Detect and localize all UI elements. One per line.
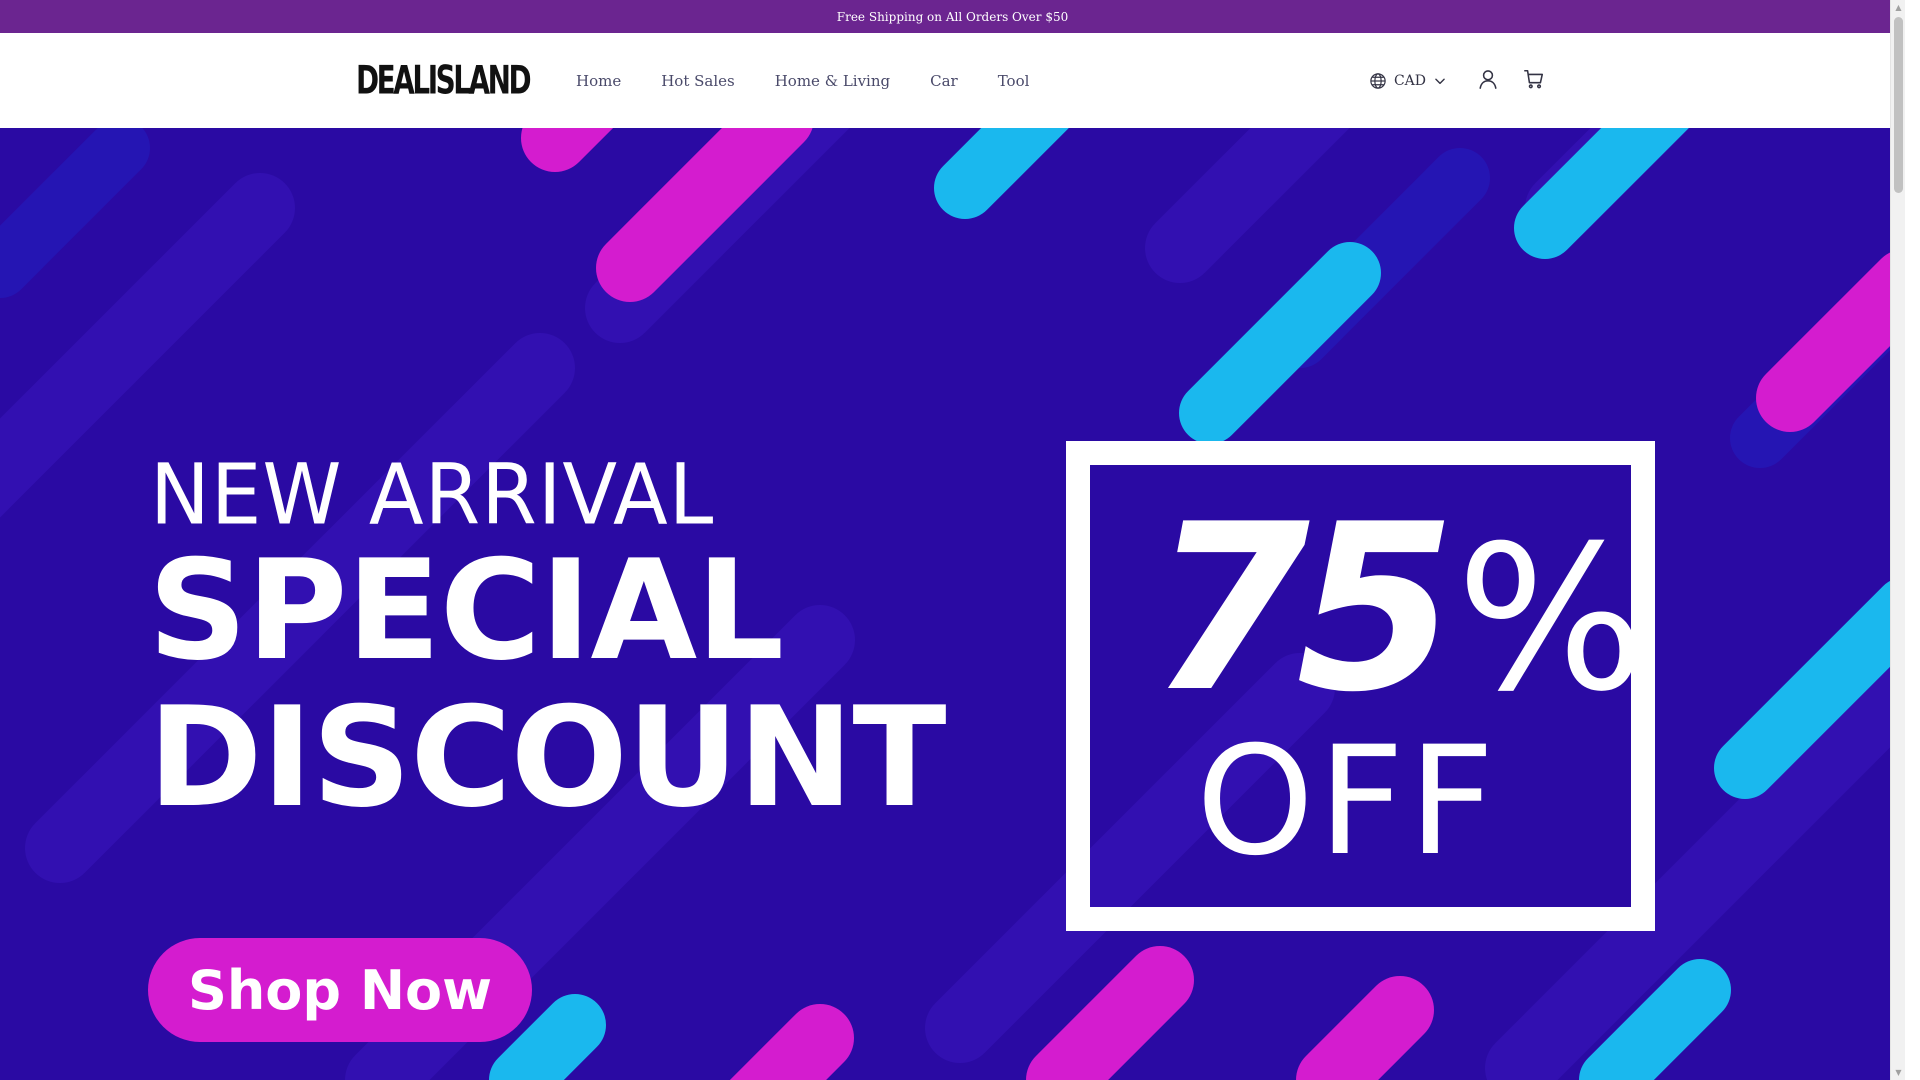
- announcement-bar: Free Shipping on All Orders Over $50: [0, 0, 1905, 33]
- cart-button[interactable]: [1523, 68, 1545, 94]
- discount-percent-symbol: %: [1456, 503, 1647, 736]
- hero-line-discount: DISCOUNT: [148, 677, 947, 838]
- chevron-down-icon: [1433, 74, 1447, 88]
- hero-banner[interactable]: NEW ARRIVAL SPECIAL DISCOUNT 75% OFF Sho…: [0, 128, 1905, 1080]
- nav-item-home-living[interactable]: Home & Living: [775, 72, 890, 90]
- nav-item-home[interactable]: Home: [576, 72, 621, 90]
- discount-percent: 75%: [1150, 495, 1646, 735]
- scroll-up-arrow-icon[interactable]: ▲: [1891, 0, 1905, 15]
- discount-percent-value: 75: [1150, 476, 1456, 743]
- cart-icon: [1523, 68, 1545, 94]
- currency-label: CAD: [1393, 72, 1426, 89]
- page-scrollbar[interactable]: ▲ ▼: [1890, 0, 1905, 1080]
- nav-item-hot-sales[interactable]: Hot Sales: [661, 72, 735, 90]
- globe-icon: [1369, 72, 1387, 90]
- scroll-down-arrow-icon[interactable]: ▼: [1891, 1065, 1905, 1080]
- discount-off-label: OFF: [1196, 715, 1499, 889]
- nav-item-car[interactable]: Car: [930, 72, 958, 90]
- scrollbar-thumb[interactable]: [1894, 17, 1903, 193]
- page: Free Shipping on All Orders Over $50 DEA…: [0, 0, 1905, 1080]
- nav-item-tool[interactable]: Tool: [998, 72, 1030, 90]
- user-icon: [1477, 68, 1499, 94]
- main-nav: Home Hot Sales Home & Living Car Tool: [576, 33, 1029, 128]
- hero-line-new-arrival: NEW ARRIVAL: [150, 446, 715, 544]
- site-header: DEALISLAND Home Hot Sales Home & Living …: [0, 33, 1905, 128]
- header-actions: CAD: [1369, 33, 1545, 128]
- site-logo[interactable]: DEALISLAND: [356, 60, 532, 101]
- announcement-text: Free Shipping on All Orders Over $50: [836, 9, 1069, 24]
- currency-selector[interactable]: CAD: [1369, 72, 1447, 90]
- discount-badge: 75% OFF: [1066, 441, 1655, 931]
- hero-line-special: SPECIAL: [148, 530, 784, 691]
- account-button[interactable]: [1477, 68, 1499, 94]
- shop-now-button[interactable]: Shop Now: [148, 938, 532, 1042]
